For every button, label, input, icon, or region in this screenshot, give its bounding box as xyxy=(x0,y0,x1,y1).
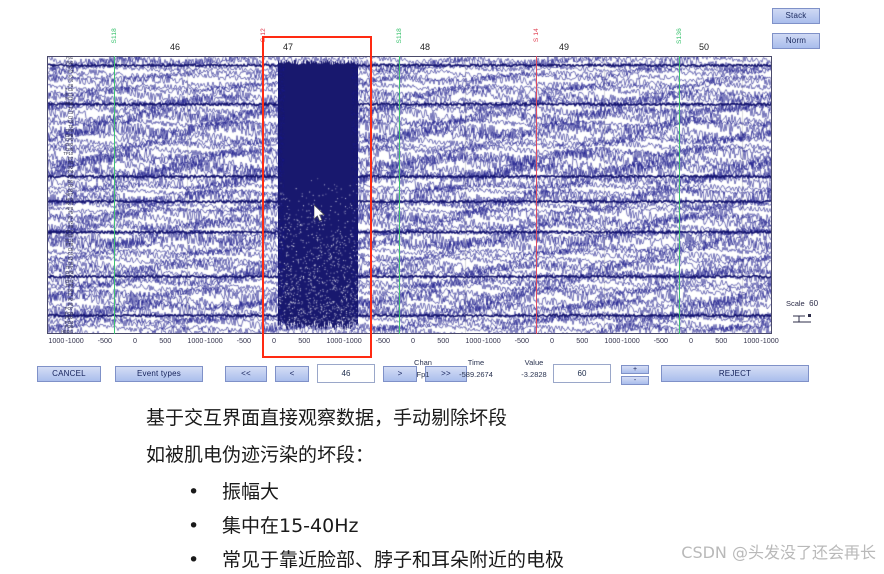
x-axis-tick: 1000 xyxy=(187,336,204,345)
x-axis-tick: 500 xyxy=(159,336,172,345)
x-axis-tick: 500 xyxy=(576,336,589,345)
previous-epoch-button[interactable]: < xyxy=(275,366,309,382)
bullet-item-1: • 振幅大 xyxy=(188,477,279,504)
epoch-number-label: 50 xyxy=(698,42,709,52)
x-axis-tick: 1000 xyxy=(48,336,65,345)
x-axis-tick: -500 xyxy=(236,336,251,345)
x-axis-tick: 500 xyxy=(437,336,450,345)
event-marker-line xyxy=(263,56,264,334)
first-epoch-button[interactable]: << xyxy=(225,366,267,382)
norm-button[interactable]: Norm xyxy=(772,33,820,49)
scale-value: 60 xyxy=(809,299,819,308)
bullet-text: 振幅大 xyxy=(222,481,280,503)
x-axis-tick: 500 xyxy=(298,336,311,345)
event-types-button[interactable]: Event types xyxy=(115,366,203,382)
epoch-number-label: 49 xyxy=(558,42,569,52)
control-bar: CANCEL Event types << < > >> Chan Fp1 Ti… xyxy=(37,358,837,388)
x-axis-tick: 1000 xyxy=(465,336,482,345)
x-axis-tick: -500 xyxy=(375,336,390,345)
scale-label: Scale xyxy=(785,299,805,308)
scale-decrease-button[interactable]: - xyxy=(621,376,649,385)
mouse-cursor-icon xyxy=(314,205,325,222)
x-axis-tick: -1000 xyxy=(65,336,84,345)
event-marker-label: S118 xyxy=(396,28,403,44)
event-marker-line xyxy=(114,56,115,334)
scale-legend: Scale 60 xyxy=(780,293,824,329)
epoch-number-label: 47 xyxy=(282,42,293,52)
x-axis-tick: -1000 xyxy=(204,336,223,345)
x-axis-tick: 0 xyxy=(689,336,693,345)
x-axis-tick-labels: 1000 -1000 -500 0 500 1000 -1000 -500 0 500 1000 -1… xyxy=(47,336,807,348)
bullet-marker: • xyxy=(188,481,200,503)
event-marker-line xyxy=(536,56,537,334)
x-axis-tick: 1000 xyxy=(743,336,760,345)
reject-button[interactable]: REJECT xyxy=(661,365,809,382)
bullet-text: 常见于靠近脸部、脖子和耳朵附近的电极 xyxy=(222,549,565,571)
x-axis-tick: -500 xyxy=(97,336,112,345)
slide-canvas: Stack Norm 46 47 48 49 50 S118 S 12 S118 S 14 S13… xyxy=(0,0,884,574)
bullet-item-3: • 常见于靠近脸部、脖子和耳朵附近的电极 xyxy=(188,545,564,572)
x-axis-tick: -1000 xyxy=(760,336,779,345)
bullet-text: 集中在15-40Hz xyxy=(222,515,359,537)
bullet-item-2: • 集中在15-40Hz xyxy=(188,511,358,538)
x-axis-tick: -500 xyxy=(653,336,668,345)
x-axis-tick: -1000 xyxy=(343,336,362,345)
cancel-button[interactable]: CANCEL xyxy=(37,366,101,382)
x-axis-tick: 0 xyxy=(272,336,276,345)
scale-bar-icon xyxy=(793,314,811,323)
event-marker-label: S 12 xyxy=(260,28,267,43)
eeg-trace-viewer[interactable] xyxy=(47,56,772,334)
scale-input[interactable] xyxy=(553,364,611,383)
x-axis-tick: 1000 xyxy=(604,336,621,345)
event-marker-line xyxy=(679,56,680,334)
x-axis-tick: 1000 xyxy=(326,336,343,345)
slide-line-1: 基于交互界面直接观察数据，手动剔除坏段 xyxy=(146,407,508,429)
x-axis-tick: -1000 xyxy=(621,336,640,345)
event-marker-label: S 14 xyxy=(533,28,540,43)
epoch-number-input[interactable] xyxy=(317,364,375,383)
epoch-number-label: 48 xyxy=(419,42,430,52)
bullet-marker: • xyxy=(188,549,200,571)
event-marker-label: S136 xyxy=(676,28,683,44)
event-marker-line xyxy=(399,56,400,334)
x-axis-tick: -500 xyxy=(514,336,529,345)
x-axis-tick: 0 xyxy=(411,336,415,345)
scale-increase-button[interactable]: + xyxy=(621,365,649,374)
x-axis-tick: 0 xyxy=(133,336,137,345)
slide-line-2: 如被肌电伪迹污染的坏段： xyxy=(146,444,375,466)
eeg-traces-canvas[interactable] xyxy=(48,57,771,333)
x-axis-tick: 0 xyxy=(550,336,554,345)
x-axis-tick: -1000 xyxy=(482,336,501,345)
epoch-number-label: 46 xyxy=(169,42,180,52)
watermark: CSDN @头发没了还会再长 xyxy=(681,543,876,562)
stack-button[interactable]: Stack xyxy=(772,8,820,24)
x-axis-tick: 500 xyxy=(715,336,728,345)
bullet-marker: • xyxy=(188,515,200,537)
event-marker-label: S118 xyxy=(111,28,118,44)
